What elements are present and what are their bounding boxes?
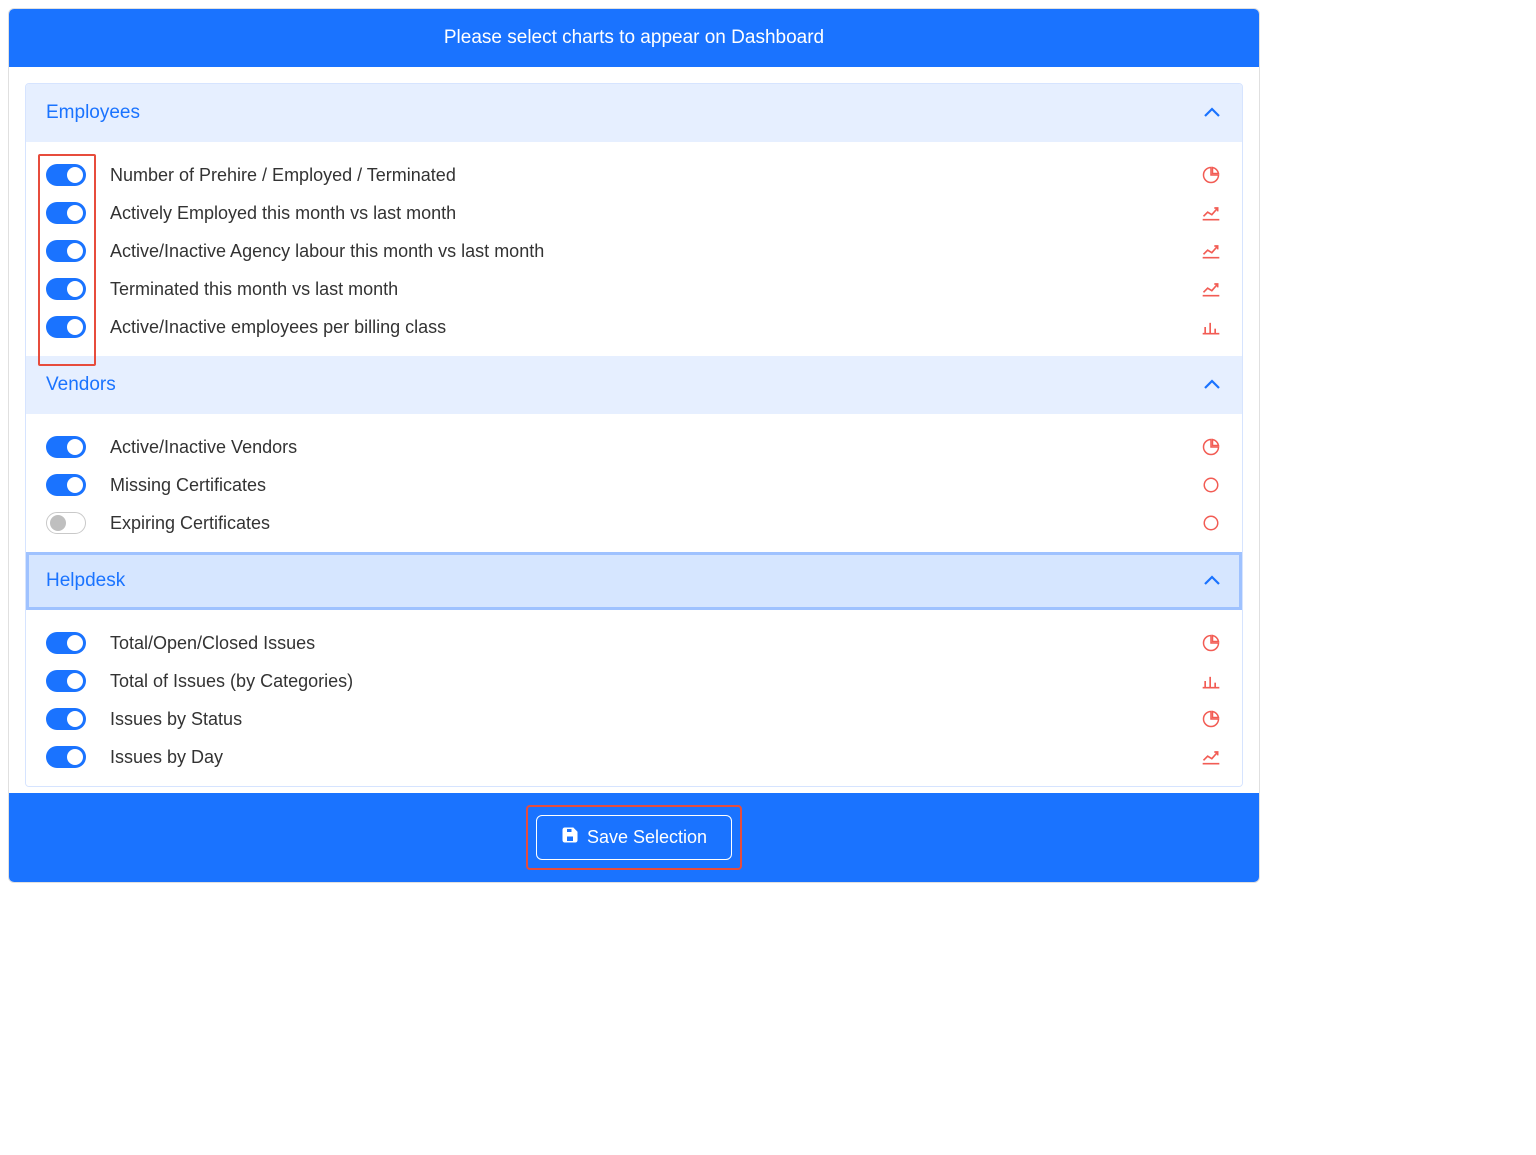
chart-toggle[interactable] — [46, 708, 86, 730]
chart-option-row: Issues by Day — [46, 738, 1222, 776]
chevron-up-icon — [1202, 574, 1222, 588]
chart-option-label: Expiring Certificates — [110, 513, 1176, 534]
chart-option-row: Actively Employed this month vs last mon… — [46, 194, 1222, 232]
save-button-label: Save Selection — [587, 827, 707, 848]
panel-title: Please select charts to appear on Dashbo… — [444, 27, 824, 48]
chart-toggle[interactable] — [46, 474, 86, 496]
chart-toggle[interactable] — [46, 670, 86, 692]
section-body-employees: Number of Prehire / Employed / Terminate… — [26, 142, 1242, 356]
pie-chart-icon — [1200, 438, 1222, 456]
save-icon — [561, 826, 579, 849]
section-header-vendors[interactable]: Vendors — [26, 356, 1242, 414]
chart-option-row: Active/Inactive Vendors — [46, 428, 1222, 466]
chart-option-label: Total of Issues (by Categories) — [110, 671, 1176, 692]
bar-chart-icon — [1200, 318, 1222, 336]
pie-chart-icon — [1200, 634, 1222, 652]
pie-chart-icon — [1200, 166, 1222, 184]
section-header-helpdesk[interactable]: Helpdesk — [26, 552, 1242, 610]
panel-body: Employees Number of Prehire / Employed / … — [9, 67, 1259, 793]
save-selection-button[interactable]: Save Selection — [536, 815, 732, 860]
section-title: Vendors — [46, 374, 116, 396]
panel-header: Please select charts to appear on Dashbo… — [9, 9, 1259, 67]
toggle-column-annotation — [38, 154, 96, 366]
line-chart-icon — [1200, 242, 1222, 260]
chevron-up-icon — [1202, 378, 1222, 392]
chart-toggle[interactable] — [46, 436, 86, 458]
pie-chart-icon — [1200, 710, 1222, 728]
sections-accordion: Employees Number of Prehire / Employed / … — [25, 83, 1243, 787]
dashboard-chart-selection-panel: Please select charts to appear on Dashbo… — [8, 8, 1260, 883]
rows-wrap: Total/Open/Closed Issues Total of Issues … — [46, 624, 1222, 776]
chart-option-label: Issues by Status — [110, 709, 1176, 730]
panel-footer: Save Selection — [9, 793, 1259, 882]
chart-option-label: Missing Certificates — [110, 475, 1176, 496]
chart-option-label: Issues by Day — [110, 747, 1176, 768]
chart-toggle[interactable] — [46, 512, 86, 534]
chart-option-label: Number of Prehire / Employed / Terminate… — [110, 165, 1176, 186]
chart-option-row: Number of Prehire / Employed / Terminate… — [46, 156, 1222, 194]
chart-option-row: Issues by Status — [46, 700, 1222, 738]
section-header-employees[interactable]: Employees — [26, 84, 1242, 142]
chart-option-row: Total/Open/Closed Issues — [46, 624, 1222, 662]
bar-chart-icon — [1200, 672, 1222, 690]
line-chart-icon — [1200, 204, 1222, 222]
line-chart-icon — [1200, 748, 1222, 766]
chart-option-label: Active/Inactive Vendors — [110, 437, 1176, 458]
chart-option-row: Missing Certificates — [46, 466, 1222, 504]
section-body-helpdesk: Total/Open/Closed Issues Total of Issues … — [26, 610, 1242, 786]
chart-option-row: Expiring Certificates — [46, 504, 1222, 542]
chart-option-row: Active/Inactive Agency labour this month… — [46, 232, 1222, 270]
rows-wrap: Number of Prehire / Employed / Terminate… — [46, 156, 1222, 346]
chart-option-label: Active/Inactive Agency labour this month… — [110, 241, 1176, 262]
chart-toggle[interactable] — [46, 746, 86, 768]
chart-option-label: Active/Inactive employees per billing cl… — [110, 317, 1176, 338]
chart-option-row: Total of Issues (by Categories) — [46, 662, 1222, 700]
chart-option-label: Total/Open/Closed Issues — [110, 633, 1176, 654]
section-title: Employees — [46, 102, 140, 124]
chart-option-label: Actively Employed this month vs last mon… — [110, 203, 1176, 224]
chart-option-label: Terminated this month vs last month — [110, 279, 1176, 300]
chart-option-row: Terminated this month vs last month — [46, 270, 1222, 308]
chart-option-row: Active/Inactive employees per billing cl… — [46, 308, 1222, 346]
circle-chart-icon — [1200, 476, 1222, 494]
line-chart-icon — [1200, 280, 1222, 298]
section-body-vendors: Active/Inactive Vendors Missing Certifica… — [26, 414, 1242, 552]
circle-chart-icon — [1200, 514, 1222, 532]
chevron-up-icon — [1202, 106, 1222, 120]
chart-toggle[interactable] — [46, 632, 86, 654]
section-title: Helpdesk — [46, 570, 125, 592]
rows-wrap: Active/Inactive Vendors Missing Certifica… — [46, 428, 1222, 542]
